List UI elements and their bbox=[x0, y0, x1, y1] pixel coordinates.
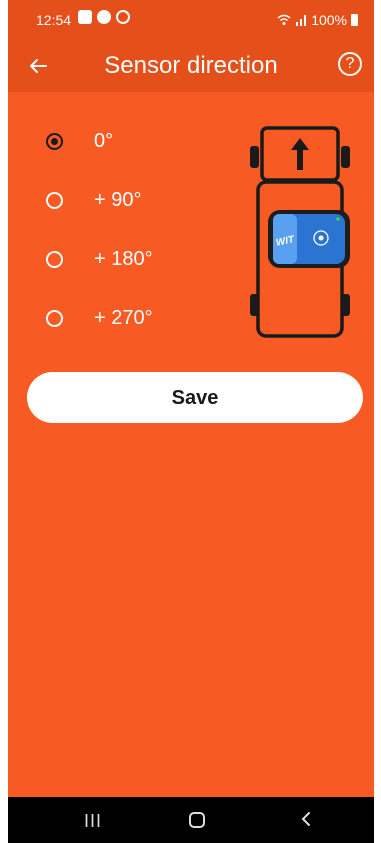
signal-icon bbox=[296, 15, 307, 26]
status-time: 12:54 bbox=[36, 12, 72, 28]
radio-unchecked[interactable] bbox=[46, 309, 63, 327]
radio-unchecked[interactable] bbox=[46, 250, 63, 268]
option-label: + 180° bbox=[94, 247, 153, 270]
wifi-icon bbox=[277, 14, 291, 25]
back-icon[interactable] bbox=[298, 810, 316, 828]
home-icon[interactable] bbox=[189, 812, 205, 828]
radio-unchecked[interactable] bbox=[46, 191, 63, 209]
battery-percent: 100% bbox=[311, 12, 347, 28]
option-label: + 90° bbox=[94, 188, 142, 211]
gallery-icon bbox=[78, 10, 92, 24]
car-illustration: WIT bbox=[250, 126, 350, 338]
direction-options: 0° + 90° + 180° + 270° bbox=[46, 126, 153, 362]
battery-icon bbox=[351, 14, 358, 26]
app-icon bbox=[97, 10, 111, 24]
option-90[interactable]: + 90° bbox=[46, 185, 153, 215]
recent-apps-button[interactable]: III bbox=[84, 811, 102, 832]
help-circle-icon: ? bbox=[345, 55, 355, 72]
status-icons bbox=[78, 10, 130, 24]
option-0[interactable]: 0° bbox=[46, 126, 153, 156]
option-label: + 270° bbox=[94, 306, 153, 329]
app-screen: 12:54 100% Sensor direction ? 0° + 90° +… bbox=[8, 0, 374, 843]
app-bar: Sensor direction ? bbox=[8, 40, 374, 92]
help-button[interactable]: ? bbox=[338, 52, 362, 76]
system-nav-bar: III bbox=[8, 797, 374, 843]
status-right: 100% bbox=[277, 12, 358, 28]
page-title: Sensor direction bbox=[104, 52, 278, 79]
arrow-up-icon bbox=[291, 138, 309, 170]
sensor-device: WIT bbox=[268, 210, 350, 268]
status-bar: 12:54 100% bbox=[8, 0, 374, 40]
save-button[interactable]: Save bbox=[27, 372, 363, 423]
radio-checked[interactable] bbox=[46, 132, 63, 150]
option-label: 0° bbox=[94, 129, 114, 152]
option-180[interactable]: + 180° bbox=[46, 244, 153, 274]
notification-icon bbox=[116, 10, 130, 24]
option-270[interactable]: + 270° bbox=[46, 303, 153, 333]
